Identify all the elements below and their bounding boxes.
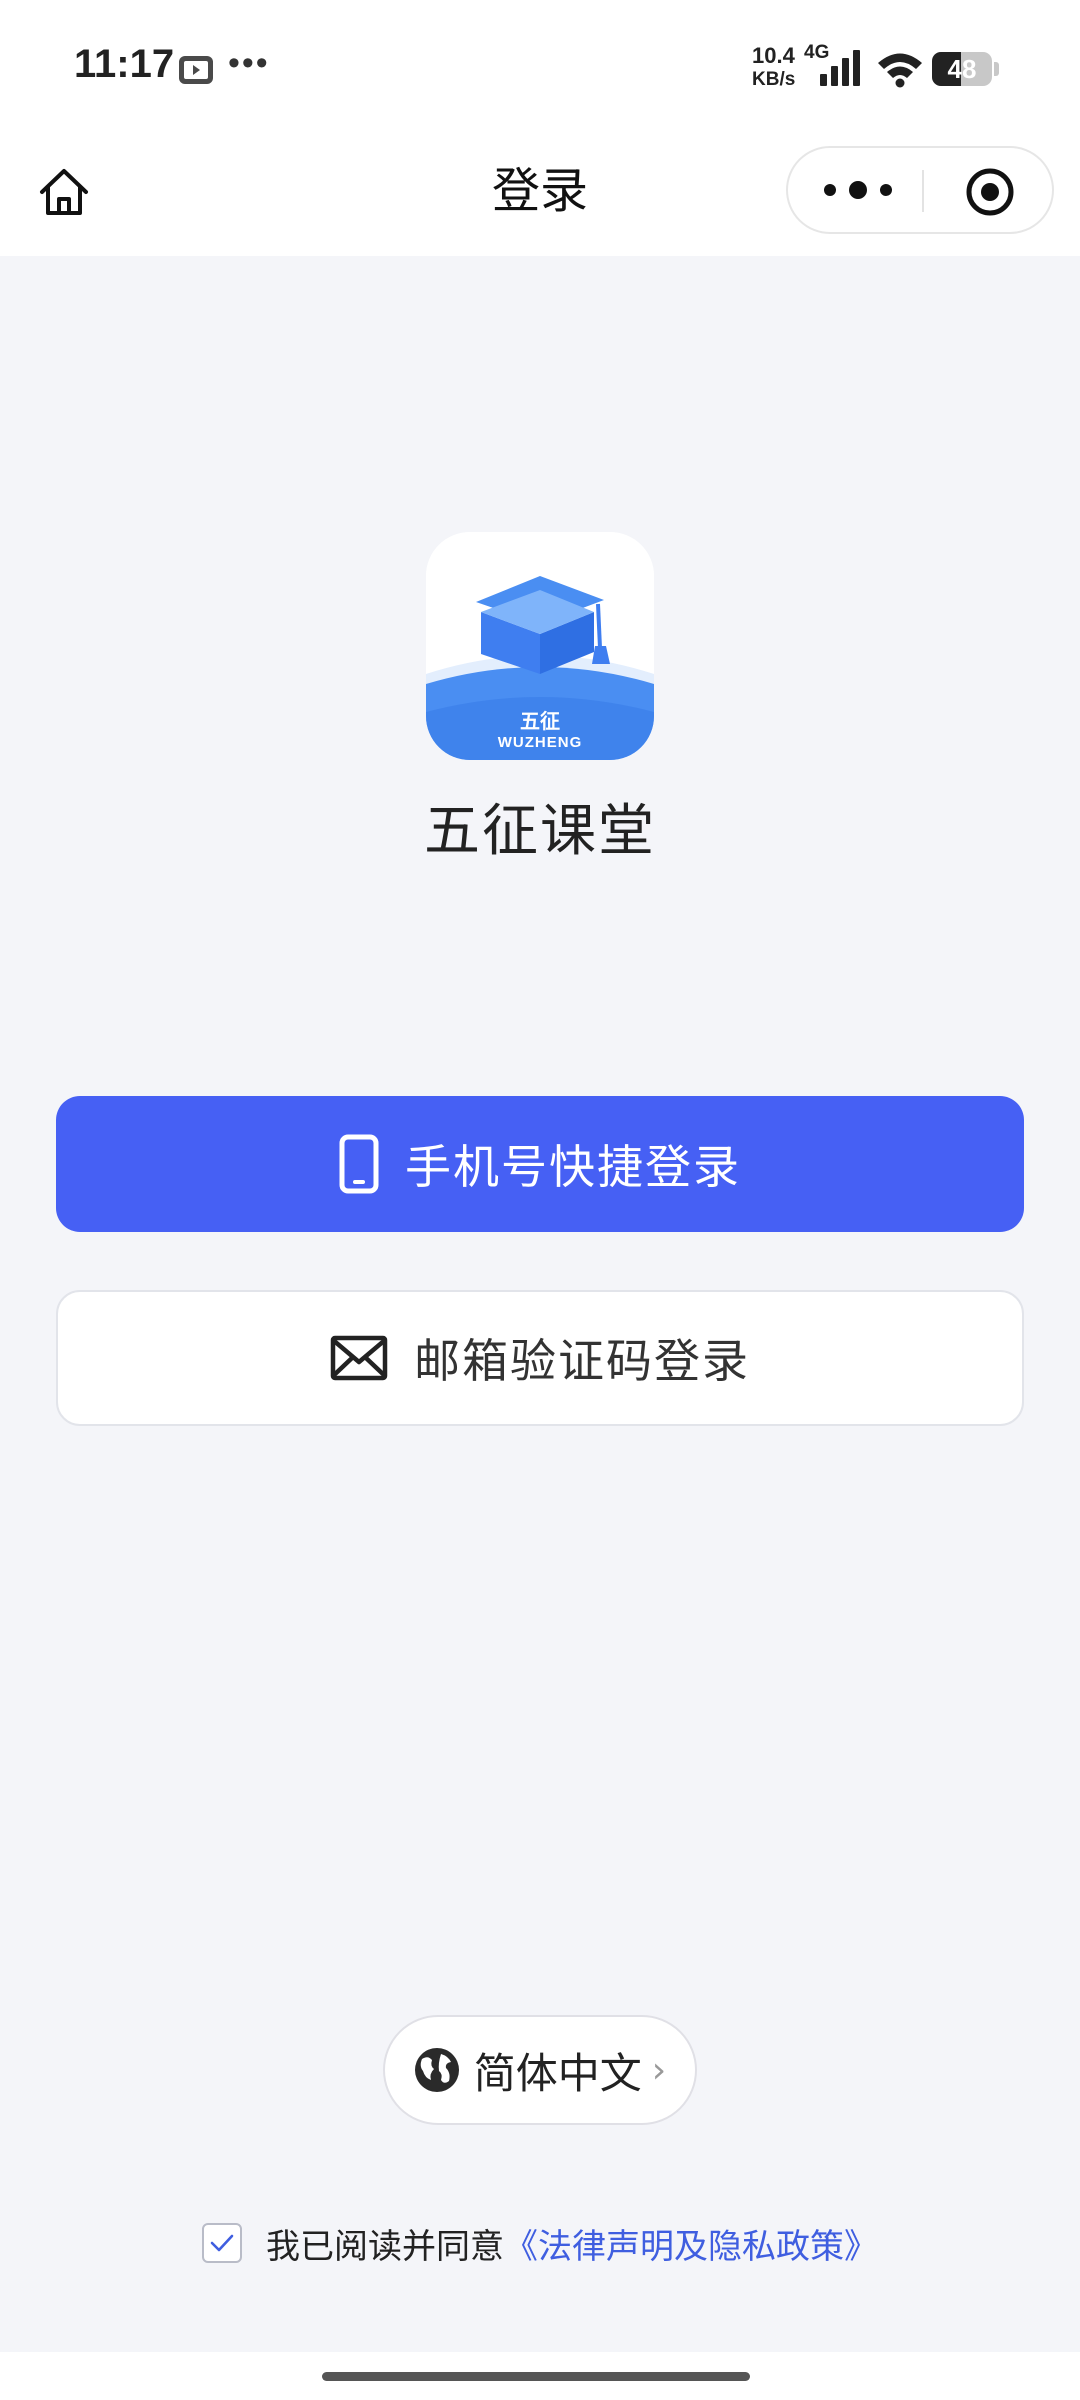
logo-text-cn: 五征: [520, 709, 560, 733]
logo-text-en: WUZHENG: [498, 734, 583, 751]
check-icon: [210, 2234, 234, 2252]
status-time: 11:17: [74, 42, 175, 86]
close-mini-program-icon[interactable]: [964, 166, 1016, 218]
phone-quick-login-button[interactable]: 手机号快捷登录: [56, 1096, 1024, 1232]
language-label: 简体中文: [473, 2048, 642, 2098]
app-logo: 五征 WUZHENG: [426, 532, 654, 760]
chevron-right-icon: ›: [651, 2049, 667, 2091]
navigation-bar: 登录: [0, 136, 1080, 256]
cellular-signal-icon: [820, 50, 860, 86]
more-dots-icon[interactable]: [818, 168, 898, 212]
legal-privacy-policy-link[interactable]: 《法律声明及隐私政策》: [504, 2219, 878, 2268]
email-login-label: 邮箱验证码登录: [414, 1334, 750, 1388]
battery-level-text: 48: [947, 54, 977, 84]
agreement-row: 我已阅读并同意 《法律声明及隐私政策》: [0, 2218, 1080, 2268]
agreement-text: 我已阅读并同意: [266, 2226, 504, 2267]
globe-icon: [414, 2048, 459, 2092]
mail-envelope-icon: [330, 1335, 388, 1381]
graduation-cap-logo-icon: 五征 WUZHENG: [426, 532, 654, 760]
email-code-login-button[interactable]: 邮箱验证码登录: [56, 1290, 1024, 1426]
status-bar: 11:17 ••• 10.4 KB/s 4G 48: [0, 0, 1080, 136]
mini-program-capsule: [786, 146, 1054, 234]
agreement-checkbox[interactable]: [202, 2223, 242, 2263]
capsule-divider: [922, 170, 924, 212]
language-selector[interactable]: 简体中文 ›: [383, 2015, 697, 2125]
phone-login-label: 手机号快捷登录: [405, 1140, 741, 1194]
mobile-phone-icon: [339, 1134, 379, 1194]
status-more-icon: •••: [228, 44, 270, 82]
home-icon[interactable]: [36, 164, 92, 220]
battery-indicator: 48: [932, 52, 992, 86]
home-indicator[interactable]: [322, 2372, 750, 2381]
app-name: 五征课堂: [424, 799, 656, 864]
media-playback-icon: [179, 56, 213, 84]
wifi-icon: [878, 53, 922, 88]
battery-tip: [994, 62, 999, 76]
